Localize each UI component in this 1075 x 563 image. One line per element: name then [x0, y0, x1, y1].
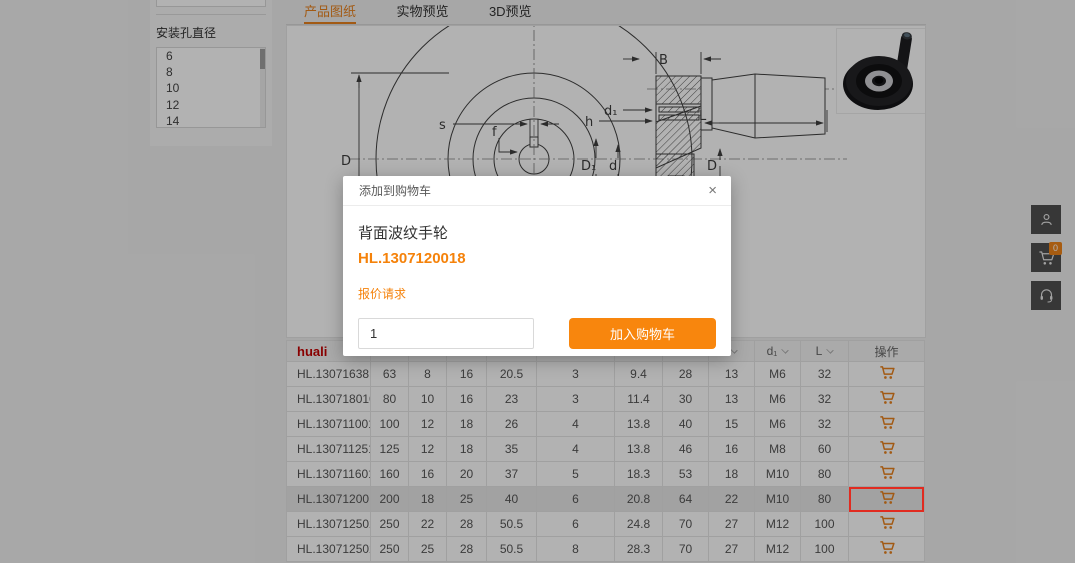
click-highlight-annotation [849, 487, 924, 512]
quantity-input[interactable] [358, 318, 534, 349]
add-to-cart-button[interactable]: 加入购物车 [569, 318, 716, 349]
modal-body: 背面波纹手轮 HL.1307120018 报价请求 加入购物车 [343, 206, 731, 349]
product-name: 背面波纹手轮 [358, 222, 716, 243]
add-to-cart-modal: 添加到购物车 × 背面波纹手轮 HL.1307120018 报价请求 加入购物车 [343, 176, 731, 356]
modal-header: 添加到购物车 × [343, 176, 731, 206]
close-icon[interactable]: × [708, 176, 717, 206]
modal-controls: 加入购物车 [358, 318, 716, 349]
modal-title: 添加到购物车 [359, 184, 431, 198]
product-code: HL.1307120018 [358, 250, 716, 267]
quote-request-link[interactable]: 报价请求 [358, 285, 406, 302]
